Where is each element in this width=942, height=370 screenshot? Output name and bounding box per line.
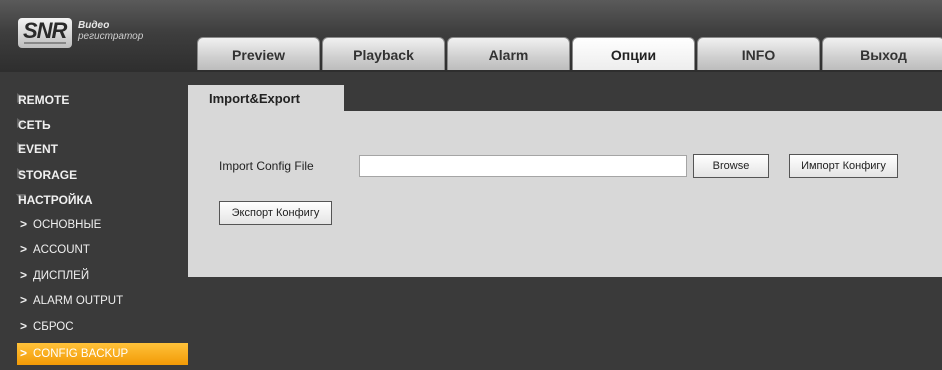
sidebar-subitem-alarm-output[interactable]: > ALARM OUTPUT: [17, 290, 188, 312]
config-file-input[interactable]: [359, 155, 687, 177]
sidebar-item-network[interactable]: СЕТЬ: [0, 113, 186, 135]
chevron-right-icon: >: [20, 293, 28, 307]
top-bar: SNR Видео регистратор Preview Playback A…: [0, 0, 942, 72]
sidebar-subitem-reset[interactable]: > СБРОС: [17, 316, 188, 338]
import-config-button[interactable]: Импорт Конфигу: [789, 154, 898, 178]
sidebar: REMOTE СЕТЬ EVENT STORAGE НАСТРОЙКА > ОС…: [0, 82, 188, 370]
sidebar-item-event[interactable]: EVENT: [0, 137, 186, 159]
import-config-label: Import Config File: [219, 159, 314, 173]
tab-exit[interactable]: Выход: [822, 37, 942, 70]
logo: SNR Видео регистратор: [18, 18, 190, 48]
tab-info[interactable]: INFO: [697, 37, 820, 70]
tab-preview[interactable]: Preview: [197, 37, 320, 70]
logo-mark: SNR: [18, 18, 72, 48]
chevron-right-icon: >: [20, 242, 28, 256]
sidebar-subitem-general[interactable]: > ОСНОВНЫЕ: [17, 214, 188, 236]
sidebar-item-label: EVENT: [18, 142, 59, 156]
sidebar-item-label: REMOTE: [18, 93, 70, 107]
sidebar-item-label: СЕТЬ: [18, 118, 51, 132]
sidebar-subitem-label: ДИСПЛЕЙ: [33, 270, 90, 282]
sidebar-subitem-account[interactable]: > ACCOUNT: [17, 239, 188, 261]
browse-button[interactable]: Browse: [693, 154, 769, 178]
chevron-right-icon: >: [20, 346, 28, 360]
config-panel: Import Config File Browse Импорт Конфигу…: [188, 111, 942, 277]
sidebar-item-settings[interactable]: НАСТРОЙКА: [0, 188, 186, 210]
tab-playback[interactable]: Playback: [322, 37, 445, 70]
sidebar-subitem-label: ОСНОВНЫЕ: [33, 219, 102, 231]
sidebar-item-storage[interactable]: STORAGE: [0, 163, 186, 185]
sidebar-subitem-label: ACCOUNT: [33, 244, 90, 256]
sidebar-subitem-config-backup[interactable]: > CONFIG BACKUP: [17, 343, 188, 365]
sidebar-item-remote[interactable]: REMOTE: [0, 88, 186, 110]
chevron-right-icon: >: [20, 319, 28, 333]
sidebar-item-label: НАСТРОЙКА: [18, 193, 93, 207]
logo-line1: Видео: [78, 20, 110, 31]
logo-brand: SNR: [23, 18, 67, 43]
logo-underline: [24, 42, 66, 44]
sidebar-subitem-display[interactable]: > ДИСПЛЕЙ: [17, 265, 188, 287]
sidebar-subitem-label: ALARM OUTPUT: [33, 295, 124, 307]
chevron-right-icon: >: [20, 217, 28, 231]
tab-import-export-label: Import&Export: [209, 91, 300, 106]
sidebar-item-label: STORAGE: [18, 168, 78, 182]
chevron-right-icon: >: [20, 268, 28, 282]
logo-line2: регистратор: [78, 31, 144, 42]
tab-alarm[interactable]: Alarm: [447, 37, 570, 70]
tab-import-export[interactable]: Import&Export: [188, 85, 344, 111]
tab-options[interactable]: Опции: [572, 37, 695, 70]
sidebar-subitem-label: СБРОС: [33, 321, 74, 333]
sidebar-subitem-label: CONFIG BACKUP: [33, 348, 129, 360]
logo-text: Видео регистратор: [78, 20, 143, 42]
export-config-button[interactable]: Экспорт Конфигу: [219, 201, 332, 225]
